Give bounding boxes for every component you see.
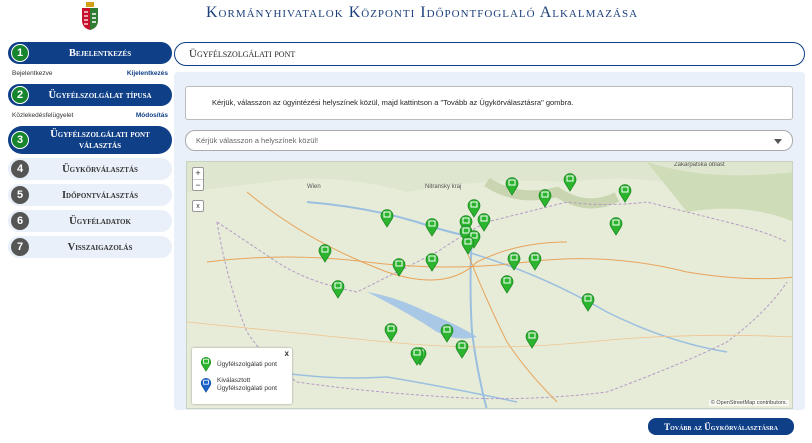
map-place-label: Zakarpatska oblast <box>674 162 725 168</box>
step-sidebar: 1 Bejelentkezés Bejelentkezve Kijelentke… <box>8 42 172 262</box>
step-number: 4 <box>11 160 29 178</box>
step-service-point[interactable]: 3 Ügyfélszolgálati pont választás <box>8 126 172 154</box>
app-header: Kormányhivatalok Központi Időpontfoglaló… <box>0 0 812 36</box>
legend-close-button[interactable]: x <box>285 349 289 358</box>
logout-link[interactable]: Kijelentkezés <box>127 70 168 77</box>
legend-item: Ügyfélszolgálati pont <box>200 356 277 372</box>
zoom-in-button[interactable]: + <box>193 168 203 179</box>
map-legend: x Ügyfélszolgálati pont Kiválasztott Ügy… <box>192 348 292 404</box>
service-type-value: Közlekedésfelügyelet <box>12 111 74 119</box>
map-pin-icon <box>200 357 212 372</box>
location-select[interactable]: Kérjük válasszon a helyszínek közül! <box>185 130 793 151</box>
zoom-control: + − <box>192 167 204 191</box>
service-point-marker[interactable] <box>618 183 632 203</box>
map-pin-selected-icon <box>200 378 212 393</box>
map-place-label: Wien <box>307 184 321 190</box>
service-point-marker[interactable] <box>581 292 595 312</box>
coat-of-arms-icon <box>82 2 98 30</box>
service-point-marker[interactable] <box>505 176 519 196</box>
section-title: Ügyfélszolgálati pont <box>174 42 805 66</box>
step-number: 6 <box>11 212 29 230</box>
step-label: Ügyfélszolgálat típusa <box>48 89 152 101</box>
service-point-marker[interactable] <box>455 339 469 359</box>
legend-item-label: Kiválasztott Ügyfélszolgálati pont <box>217 377 277 392</box>
step-client-data[interactable]: 6 Ügyféladatok <box>8 210 172 232</box>
service-point-marker[interactable] <box>528 251 542 271</box>
modify-link[interactable]: Módosítás <box>136 112 168 119</box>
legend-item: Kiválasztott Ügyfélszolgálati pont <box>200 377 287 393</box>
service-point-marker[interactable] <box>609 216 623 236</box>
service-point-marker[interactable] <box>425 217 439 237</box>
service-point-marker[interactable] <box>440 323 454 343</box>
service-point-marker[interactable] <box>410 346 424 366</box>
step-number: 2 <box>11 86 29 104</box>
app-title: Kormányhivatalok Központi Időpontfoglaló… <box>206 4 639 21</box>
chevron-down-icon <box>774 139 782 144</box>
next-case-type-button[interactable]: Tovább az Ügykörválasztásra <box>648 418 794 435</box>
service-point-marker[interactable] <box>384 322 398 342</box>
step-label: Ügyfélszolgálati pont választás <box>50 129 150 151</box>
zoom-out-button[interactable]: − <box>193 179 203 190</box>
service-point-marker[interactable] <box>461 235 475 255</box>
service-point-marker[interactable] <box>380 208 394 228</box>
step-label: Ügyféladatok <box>69 215 131 227</box>
service-point-marker[interactable] <box>538 188 552 208</box>
service-point-marker[interactable] <box>525 329 539 349</box>
map-attribution: © OpenStreetMap contributors. <box>708 400 789 406</box>
service-point-marker[interactable] <box>563 172 577 192</box>
step-number: 5 <box>11 186 29 204</box>
step-login-info: Bejelentkezve Kijelentkezés <box>8 66 172 80</box>
location-map[interactable]: Wien Nitransky kraj Zakarpatska oblast +… <box>186 161 793 409</box>
service-point-marker[interactable] <box>392 257 406 277</box>
service-point-marker[interactable] <box>500 274 514 294</box>
service-point-marker[interactable] <box>331 279 345 299</box>
step-login[interactable]: 1 Bejelentkezés <box>8 42 172 64</box>
location-select-placeholder: Kérjük válasszon a helyszínek közül! <box>196 136 319 145</box>
service-point-marker[interactable] <box>507 251 521 271</box>
login-status: Bejelentkezve <box>12 69 53 77</box>
instructions-box: Kérjük, válasszon az ügyintézési helyszí… <box>185 86 793 120</box>
step-label: Ügykörválasztás <box>62 163 138 175</box>
step-service-type-info: Közlekedésfelügyelet Módosítás <box>8 108 172 122</box>
service-point-marker[interactable] <box>318 243 332 263</box>
step-appointment[interactable]: 5 Időpontválasztás <box>8 184 172 206</box>
step-confirmation[interactable]: 7 Visszaigazolás <box>8 236 172 258</box>
step-number: 7 <box>11 238 29 256</box>
step-label: Bejelentkezés <box>68 47 132 59</box>
legend-item-label: Ügyfélszolgálati pont <box>217 360 277 368</box>
service-point-marker[interactable] <box>425 252 439 272</box>
step-case-type[interactable]: 4 Ügykörválasztás <box>8 158 172 180</box>
step-label: Időpontválasztás <box>61 189 139 201</box>
step-label: Visszaigazolás <box>67 241 133 253</box>
step-number: 3 <box>11 131 29 149</box>
step-number: 1 <box>11 44 29 62</box>
step-service-type[interactable]: 2 Ügyfélszolgálat típusa <box>8 84 172 106</box>
reset-view-button[interactable]: x <box>192 200 204 212</box>
map-place-label: Nitransky kraj <box>425 184 462 190</box>
